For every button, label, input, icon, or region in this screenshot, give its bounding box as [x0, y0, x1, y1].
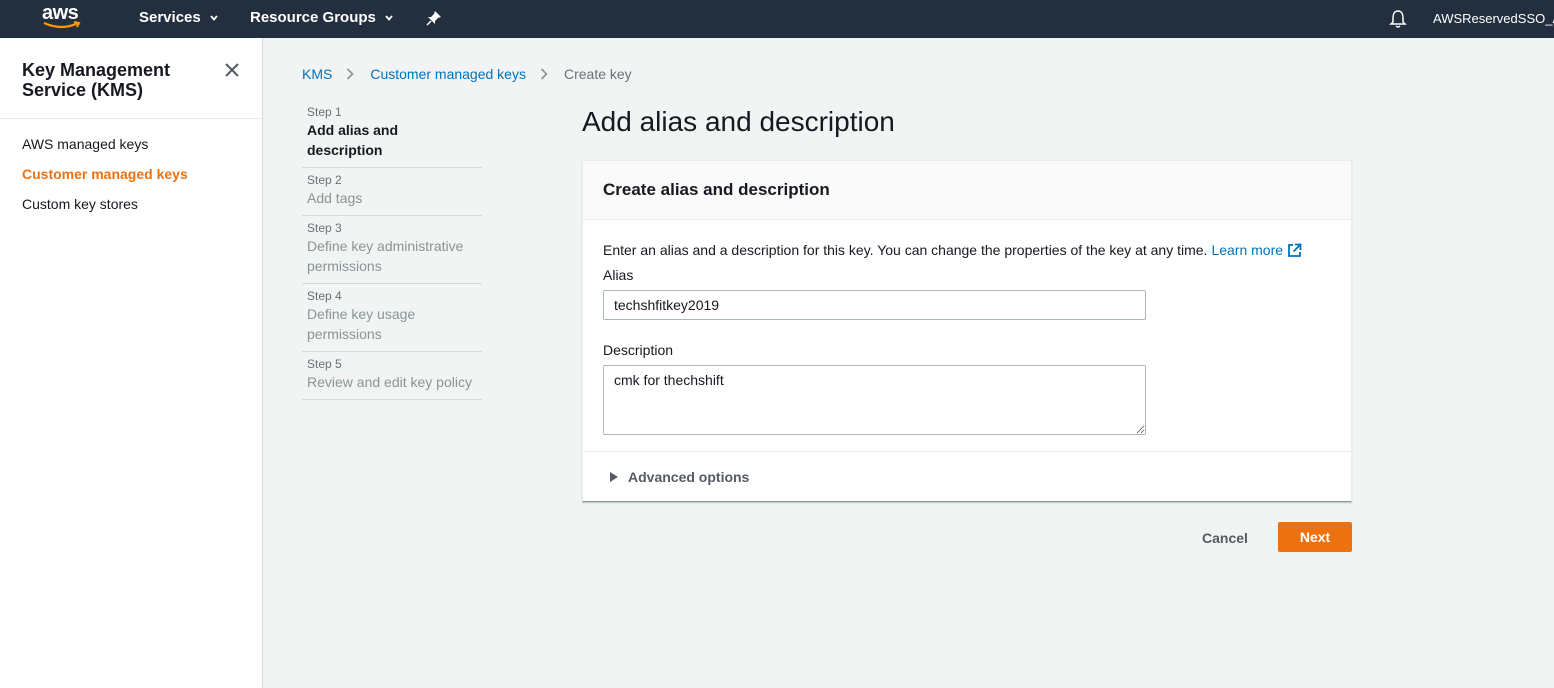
sidebar-item-customer-managed-keys[interactable]: Customer managed keys: [22, 166, 188, 182]
wizard-step[interactable]: Step 1 Add alias and description: [302, 100, 482, 168]
side-navigation: Key Management Service (KMS) AWS managed…: [0, 38, 263, 688]
next-button[interactable]: Next: [1278, 522, 1352, 552]
step-title: Add tags: [307, 190, 363, 206]
alias-label: Alias: [603, 267, 634, 283]
sidebar-item-custom-key-stores[interactable]: Custom key stores: [22, 196, 138, 212]
panel-header: Create alias and description: [583, 161, 1351, 220]
service-title: Key Management Service (KMS): [22, 60, 171, 100]
step-number: Step 1: [307, 105, 342, 119]
step-number: Step 5: [307, 357, 342, 371]
account-menu[interactable]: AWSReservedSSO_A: [1433, 11, 1554, 26]
step-title: Define key usage permissions: [307, 306, 416, 342]
divider: [0, 118, 262, 119]
step-title: Define key administrative permissions: [307, 238, 464, 274]
step-number: Step 4: [307, 289, 342, 303]
aws-logo[interactable]: aws: [42, 2, 86, 34]
wizard-step[interactable]: Step 3 Define key administrative permiss…: [302, 216, 482, 284]
pin-icon[interactable]: [426, 10, 442, 26]
cancel-button[interactable]: Cancel: [1190, 524, 1260, 552]
step-title: Review and edit key policy: [307, 374, 472, 390]
chevron-right-icon: [347, 68, 354, 80]
wizard-step[interactable]: Step 4 Define key usage permissions: [302, 284, 482, 352]
panel-body: Enter an alias and a description for thi…: [583, 220, 1351, 452]
description-label: Description: [603, 342, 674, 358]
wizard-steps: Step 1 Add alias and description Step 2 …: [302, 100, 482, 400]
chevron-down-icon: [385, 14, 393, 21]
chevron-right-icon: [540, 68, 548, 80]
advanced-options-toggle[interactable]: Advanced options: [583, 451, 1351, 502]
alias-input[interactable]: [603, 290, 1146, 320]
step-title: Add alias and description: [307, 122, 399, 158]
alias-description-panel: Create alias and description Enter an al…: [582, 160, 1352, 502]
breadcrumb-link-kms[interactable]: KMS: [302, 66, 332, 82]
resource-groups-menu[interactable]: Resource Groups: [250, 9, 394, 26]
aws-smile-icon: [43, 21, 81, 29]
step-number: Step 3: [307, 221, 342, 235]
notification-bell-icon[interactable]: [1389, 9, 1407, 29]
caret-right-icon: [610, 472, 618, 482]
step-number: Step 2: [307, 173, 342, 187]
resource-groups-label: Resource Groups: [250, 9, 376, 26]
sidebar-item-aws-managed-keys[interactable]: AWS managed keys: [22, 136, 148, 152]
advanced-options-label: Advanced options: [628, 469, 750, 485]
breadcrumb-current: Create key: [563, 66, 632, 82]
breadcrumb: KMS Customer managed keys Create key: [302, 66, 632, 82]
learn-more-link[interactable]: Learn more: [1211, 242, 1283, 258]
page-title: Add alias and description: [582, 106, 895, 137]
wizard-step[interactable]: Step 5 Review and edit key policy: [302, 352, 482, 400]
close-icon[interactable]: [223, 61, 241, 79]
services-menu[interactable]: Services: [139, 9, 219, 26]
chevron-down-icon: [210, 14, 218, 21]
top-navigation-bar: aws Services Resource Groups AWSReserved…: [0, 0, 1554, 38]
services-label: Services: [139, 9, 201, 26]
panel-title: Create alias and description: [603, 180, 830, 199]
wizard-step[interactable]: Step 2 Add tags: [302, 168, 482, 216]
intro-text-row: Enter an alias and a description for thi…: [603, 242, 1302, 258]
external-link-icon[interactable]: [1287, 243, 1302, 258]
breadcrumb-link-customer-managed-keys[interactable]: Customer managed keys: [370, 66, 526, 82]
intro-text: Enter an alias and a description for thi…: [603, 242, 1208, 258]
description-textarea[interactable]: cmk for thechshift: [603, 365, 1146, 435]
